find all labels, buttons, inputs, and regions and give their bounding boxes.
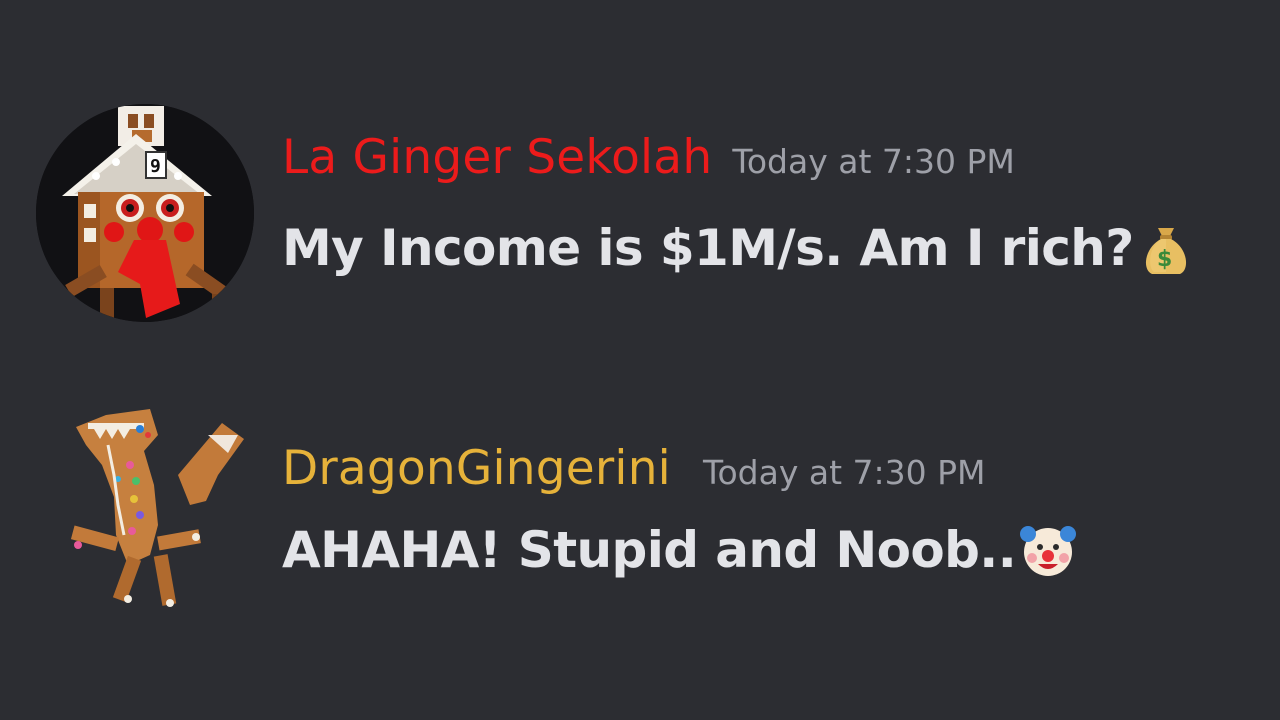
svg-text:$: $ [1157,247,1172,272]
message-body: My Income is $1M/s. Am I rich? $ [282,218,1196,278]
message: 9 La Ginger Sekolah Today at 7:30 PM My … [0,100,1280,325]
timestamp: Today at 7:30 PM [702,453,986,492]
message-content: AHAHA! Stupid and Noob.. [282,521,1017,579]
username[interactable]: La Ginger Sekolah [282,130,712,185]
timestamp: Today at 7:30 PM [732,142,1015,181]
message: DragonGingerini Today at 7:30 PM AHAHA! … [0,405,1280,615]
avatar[interactable] [58,405,258,615]
chat-window: 9 La Ginger Sekolah Today at 7:30 PM My … [0,0,1280,720]
gingerbread-dragon-avatar-icon [70,409,244,607]
message-body: AHAHA! Stupid and Noob.. [282,520,1078,580]
avatar[interactable]: 9 [36,104,254,322]
message-header: La Ginger Sekolah Today at 7:30 PM [282,130,1015,185]
clown-face-icon [1018,520,1078,580]
money-bag-icon: $ [1136,218,1196,278]
gingerbread-house-avatar-icon: 9 [36,104,254,322]
message-content: My Income is $1M/s. Am I rich? [282,219,1134,277]
svg-text:9: 9 [150,156,161,177]
username[interactable]: DragonGingerini [282,441,671,496]
message-header: DragonGingerini Today at 7:30 PM [282,441,985,496]
